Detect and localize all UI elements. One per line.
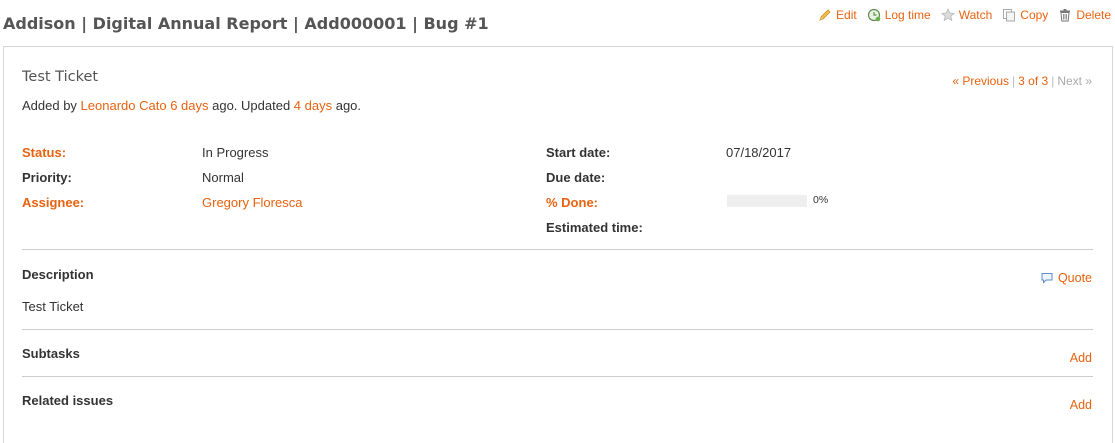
priority-label: Priority: [22,170,72,185]
log-time-label: Log time [884,8,931,22]
add-related-issue-button[interactable]: Add [1070,398,1092,412]
edit-label: Edit [836,8,857,22]
delete-label: Delete [1076,8,1111,22]
watch-label: Watch [958,8,993,22]
pencil-icon [818,8,832,22]
next-issue-disabled: Next » [1057,74,1092,88]
quote-button[interactable]: Quote [1040,271,1092,285]
copy-button[interactable]: Copy [1002,8,1048,22]
percent-done-progress-bar [727,195,807,207]
speech-bubble-icon [1040,271,1054,285]
related-issues-title: Related issues [22,393,114,408]
created-ago-link[interactable]: 6 days [170,98,208,113]
estimated-time-label: Estimated time: [546,220,643,235]
description-title: Description [22,267,94,282]
author-middle: ago. Updated [208,98,294,113]
pagination-separator: | [1012,74,1016,88]
priority-value: Normal [202,170,244,185]
clock-icon [867,8,881,22]
star-icon [940,8,955,22]
due-date-label: Due date: [546,170,606,185]
percent-done-value: 0% [813,194,829,206]
copy-icon [1002,8,1016,22]
trash-icon [1058,8,1072,22]
issue-subject: Test Ticket [22,69,99,85]
status-value: In Progress [202,145,269,160]
issue-pagination: « Previous | 3 of 3 | Next » [952,74,1092,88]
start-date-label: Start date: [546,145,611,160]
issue-position-link[interactable]: 3 of 3 [1018,74,1048,88]
issue-actions: Edit Log time Watch Copy Delete [818,8,1111,22]
updated-ago-link[interactable]: 4 days [294,98,332,113]
start-date-value: 07/18/2017 [726,145,792,160]
description-text: Test Ticket [22,299,84,314]
page-title: Addison | Digital Annual Report | Add000… [3,14,489,33]
percent-done-label: % Done: [546,195,598,210]
delete-button[interactable]: Delete [1058,8,1111,22]
author-line: Added by Leonardo Cato 6 days ago. Updat… [22,98,361,113]
issue-details-panel: Test Ticket « Previous | 3 of 3 | Next » Add… [3,46,1113,443]
divider [22,249,1093,250]
author-link[interactable]: Leonardo Cato [81,98,167,113]
quote-label: Quote [1057,271,1092,285]
divider [22,376,1093,377]
log-time-button[interactable]: Log time [867,8,931,22]
assignee-link[interactable]: Gregory Floresca [202,195,302,210]
edit-button[interactable]: Edit [818,8,857,22]
previous-issue-link[interactable]: « Previous [952,74,1009,88]
author-suffix: ago. [332,98,362,113]
watch-button[interactable]: Watch [940,8,993,22]
divider [22,329,1093,330]
assignee-label: Assignee: [22,195,85,210]
author-prefix: Added by [22,98,81,113]
status-label: Status: [22,145,67,160]
pagination-separator: | [1051,74,1055,88]
subtasks-title: Subtasks [22,346,80,361]
copy-label: Copy [1020,8,1049,22]
add-subtask-button[interactable]: Add [1070,351,1092,365]
